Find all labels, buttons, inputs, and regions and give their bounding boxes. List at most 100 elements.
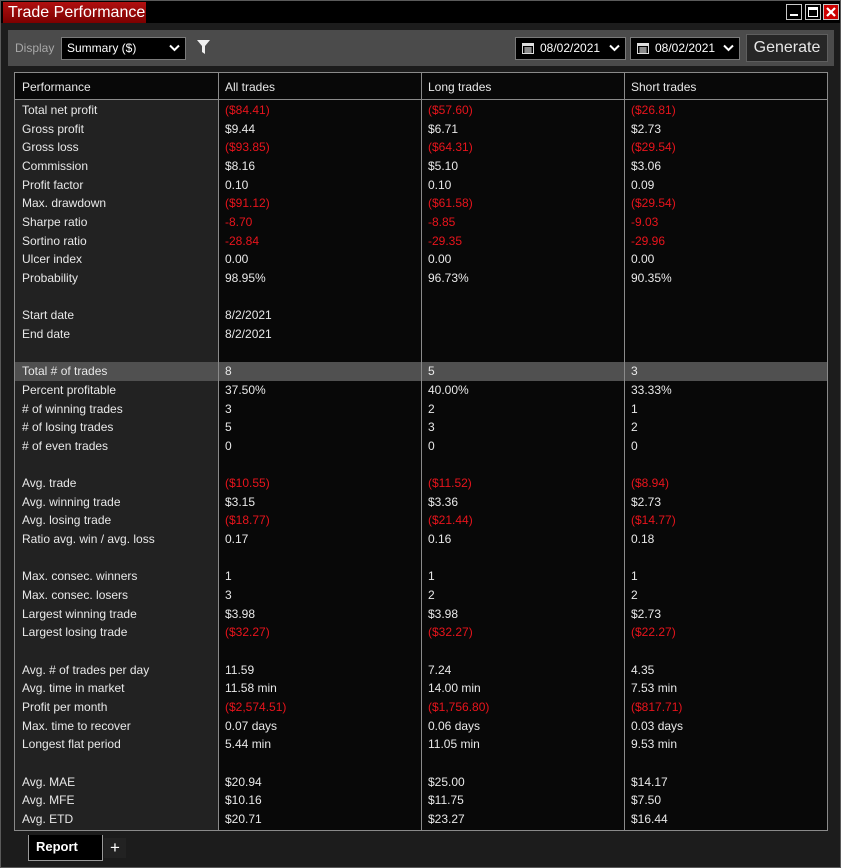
- cell-all-trades: ($10.55): [225, 476, 270, 491]
- column-header-short-trades[interactable]: Short trades: [631, 80, 696, 94]
- cell-long-trades: 0.16: [428, 532, 452, 547]
- cell-long-trades: ($1,756.80): [428, 700, 490, 714]
- row-label: Ratio avg. win / avg. loss: [22, 532, 155, 547]
- cell-long-trades: 7.24: [428, 662, 452, 677]
- cell-short-trades: ($26.81): [631, 103, 676, 117]
- cell-long-trades: ($64.31): [428, 140, 473, 155]
- cell-all-trades: ($18.77): [225, 513, 270, 528]
- cell-all-trades: ($2,574.51): [225, 700, 287, 714]
- cell-long-trades: $23.27: [428, 811, 465, 826]
- end-date-picker[interactable]: 08/02/2021: [630, 37, 740, 60]
- row-label: # of losing trades: [22, 420, 114, 435]
- row-label: Max. drawdown: [22, 196, 107, 211]
- cell-long-trades: 0: [428, 438, 435, 453]
- cell-short-trades: 90.35%: [631, 270, 672, 285]
- cell-short-trades: $14.17: [631, 774, 668, 789]
- display-select[interactable]: Summary ($): [61, 37, 186, 60]
- cell-short-trades: ($29.54): [631, 196, 676, 211]
- cell-all-trades: $8.16: [225, 158, 256, 173]
- column-header-performance[interactable]: Performance: [22, 80, 91, 94]
- cell-short-trades: 4.35: [631, 662, 655, 677]
- row-label: Avg. trade: [22, 476, 77, 491]
- row-label: # of winning trades: [22, 401, 123, 416]
- cell-all-trades: -28.84: [225, 233, 260, 248]
- row-label: Largest losing trade: [22, 625, 128, 640]
- end-date-value: 08/02/2021: [655, 41, 716, 55]
- generate-button[interactable]: Generate: [746, 34, 828, 62]
- row-label: Max. consec. winners: [22, 569, 138, 584]
- cell-long-trades: 40.00%: [428, 382, 469, 397]
- minimize-button[interactable]: [786, 4, 802, 20]
- cell-long-trades: ($57.60): [428, 103, 473, 117]
- toolbar: Display Summary ($) 08/02/2021 08/02/202…: [8, 30, 834, 66]
- cell-all-trades: 8/2/2021: [225, 326, 272, 341]
- row-label: Longest flat period: [22, 737, 121, 752]
- cell-long-trades: -29.35: [428, 233, 463, 248]
- title-bar[interactable]: Trade Performance: [1, 1, 840, 23]
- cell-long-trades: ($21.44): [428, 513, 473, 528]
- chevron-down-icon: [169, 44, 180, 52]
- tab-report[interactable]: Report: [28, 835, 103, 861]
- row-label: Avg. MFE: [22, 793, 75, 808]
- cell-long-trades: 96.73%: [428, 270, 469, 285]
- cell-short-trades: ($8.94): [631, 476, 670, 491]
- cell-short-trades: $3.06: [631, 158, 662, 173]
- cell-all-trades: 0: [225, 438, 232, 453]
- cell-short-trades: 0: [631, 438, 638, 453]
- cell-all-trades: 5: [225, 420, 232, 435]
- cell-short-trades: 0.00: [631, 252, 655, 267]
- row-label: Gross profit: [22, 121, 85, 136]
- maximize-button[interactable]: [805, 4, 821, 20]
- start-date-value: 08/02/2021: [540, 41, 601, 55]
- cell-short-trades: 1: [631, 569, 638, 584]
- cell-short-trades: 2: [631, 420, 638, 435]
- cell-long-trades: 0.00: [428, 252, 452, 267]
- cell-long-trades: 0.10: [428, 177, 452, 192]
- cell-long-trades: $25.00: [428, 774, 465, 789]
- cell-all-trades: 0.10: [225, 177, 249, 192]
- row-label: Total net profit: [22, 103, 98, 117]
- cell-short-trades: $2.73: [631, 606, 662, 621]
- cell-short-trades: $16.44: [631, 811, 668, 826]
- trade-performance-window: Trade Performance Display Summary ($) 08…: [0, 0, 841, 868]
- cell-short-trades: 1: [631, 401, 638, 416]
- filter-icon[interactable]: [197, 40, 210, 54]
- row-label: Max. time to recover: [22, 718, 131, 733]
- cell-short-trades: 0.18: [631, 532, 655, 547]
- add-tab-button[interactable]: +: [104, 838, 126, 858]
- cell-all-trades: 8: [225, 364, 232, 379]
- start-date-picker[interactable]: 08/02/2021: [515, 37, 626, 60]
- cell-all-trades: 0.00: [225, 252, 249, 267]
- cell-short-trades: 3: [631, 364, 638, 379]
- cell-short-trades: ($817.71): [631, 700, 683, 714]
- row-label: Avg. # of trades per day: [22, 662, 150, 677]
- close-icon: [826, 7, 836, 17]
- cell-all-trades: 8/2/2021: [225, 308, 272, 323]
- cell-long-trades: 14.00 min: [428, 681, 481, 696]
- cell-long-trades: 11.05 min: [428, 737, 480, 752]
- row-label: Ulcer index: [22, 252, 83, 267]
- cell-long-trades: -8.85: [428, 214, 456, 229]
- cell-long-trades: $11.75: [428, 793, 464, 808]
- row-label: Profit per month: [22, 700, 108, 714]
- cell-short-trades: $2.73: [631, 121, 662, 136]
- row-label: Percent profitable: [22, 382, 117, 397]
- cell-long-trades: 3: [428, 420, 435, 435]
- close-button[interactable]: [823, 4, 839, 20]
- cell-all-trades: 3: [225, 588, 232, 603]
- row-label: Commission: [22, 158, 89, 173]
- column-divider: [421, 73, 422, 830]
- column-header-all-trades[interactable]: All trades: [225, 80, 275, 94]
- cell-all-trades: $9.44: [225, 121, 256, 136]
- row-label: Avg. ETD: [22, 811, 74, 826]
- cell-short-trades: 0.09: [631, 177, 655, 192]
- cell-long-trades: $3.36: [428, 494, 459, 509]
- column-header-long-trades[interactable]: Long trades: [428, 80, 491, 94]
- row-label: Avg. MAE: [22, 774, 76, 789]
- window-title: Trade Performance: [3, 2, 146, 23]
- row-label: Sortino ratio: [22, 233, 87, 248]
- cell-short-trades: -9.03: [631, 214, 659, 229]
- cell-long-trades: 1: [428, 569, 435, 584]
- cell-short-trades: ($22.27): [631, 625, 676, 640]
- cell-long-trades: ($11.52): [428, 476, 472, 491]
